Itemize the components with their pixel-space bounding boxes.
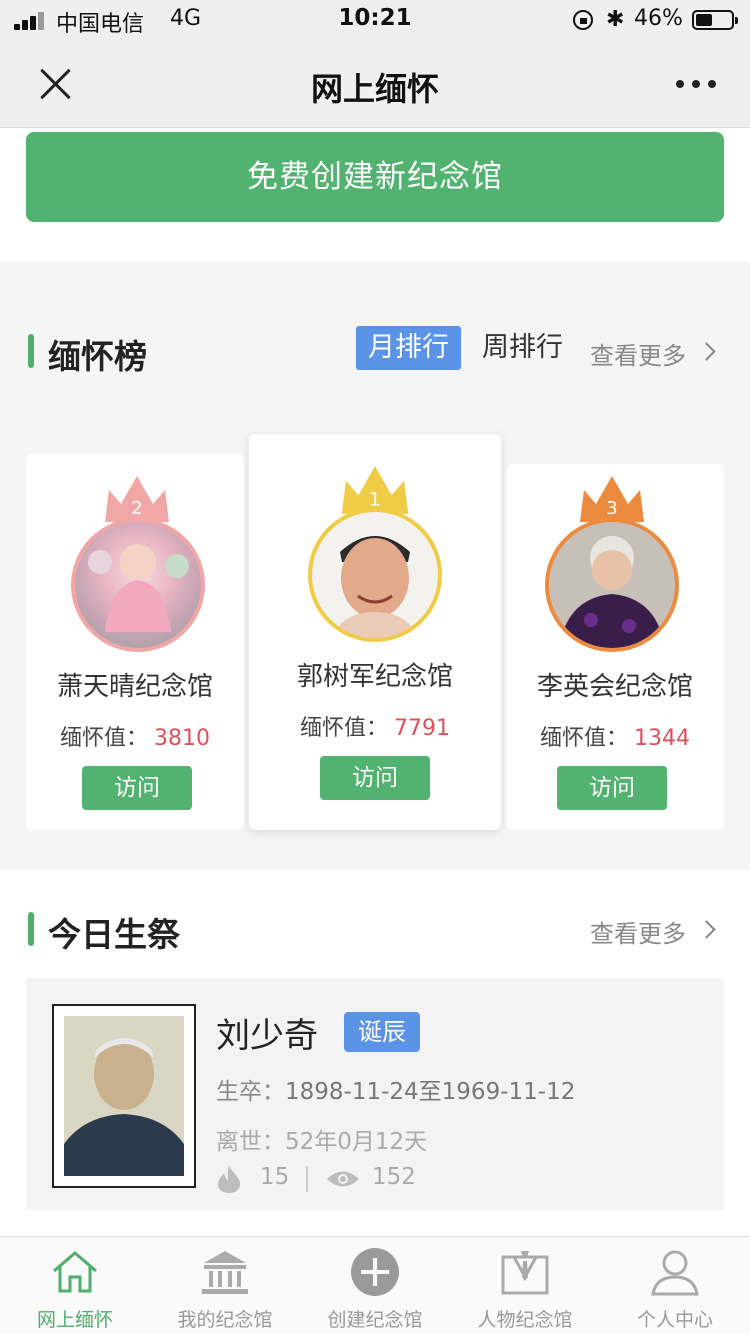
chevron-right-icon[interactable]	[697, 920, 716, 939]
tab-create-memorial[interactable]: 创建纪念馆	[300, 1237, 450, 1334]
section-accent	[28, 912, 34, 946]
tab-bar: 网上缅怀 我的纪念馆 创建纪念馆 人物纪念馆 个人中心	[0, 1236, 750, 1334]
crown-icon: 3	[580, 476, 644, 522]
avatar	[308, 508, 442, 642]
create-section: 免费创建新纪念馆	[0, 128, 750, 262]
tab-profile[interactable]: 个人中心	[600, 1237, 750, 1334]
plus-circle-icon	[351, 1248, 399, 1296]
tab-label: 创建纪念馆	[327, 1309, 423, 1331]
remembrance-score: 缅怀值： 7791	[299, 716, 450, 741]
rank-card-1[interactable]: 1 郭树军纪念馆 缅怀值： 7791 访问	[249, 434, 501, 830]
rank-number: 2	[131, 498, 142, 519]
today-title: 今日生祭	[48, 915, 180, 954]
status-badge: 诞辰	[344, 1012, 420, 1052]
memorial-name: 李英会纪念馆	[536, 672, 693, 702]
nav-bar: 网上缅怀	[0, 40, 750, 128]
leaderboard-more-link[interactable]: 查看更多	[590, 336, 686, 371]
battery-icon	[692, 10, 738, 30]
tab-monthly[interactable]: 月排行	[356, 326, 461, 370]
tab-my-memorial[interactable]: 我的纪念馆	[150, 1237, 300, 1334]
remembrance-score: 缅怀值： 1344	[539, 726, 690, 751]
memorial-name: 萧天晴纪念馆	[56, 672, 213, 702]
passed-duration: 离世：52年0月12天	[216, 1129, 428, 1155]
life-dates: 生卒：1898-11-24至1969-11-12	[216, 1079, 576, 1105]
page-title: 网上缅怀	[310, 70, 439, 108]
tab-label: 人物纪念馆	[477, 1309, 573, 1331]
crown-icon: 2	[105, 476, 169, 522]
memorial-name: 郭树军纪念馆	[296, 662, 453, 692]
rotation-lock-icon	[573, 10, 593, 30]
avatar	[545, 518, 679, 652]
home-icon	[53, 1251, 97, 1293]
section-accent	[28, 334, 34, 368]
tab-weekly[interactable]: 周排行	[470, 326, 575, 370]
memorial-hall-icon	[202, 1251, 248, 1294]
remembrance-score: 缅怀值： 3810	[59, 726, 210, 751]
suit-icon	[501, 1251, 549, 1295]
create-memorial-button[interactable]: 免费创建新纪念馆	[26, 132, 724, 222]
person-name: 刘少奇	[216, 1016, 318, 1056]
tab-person-memorial[interactable]: 人物纪念馆	[450, 1237, 600, 1334]
visit-button[interactable]: 访问	[82, 766, 192, 810]
more-icon[interactable]	[676, 80, 716, 88]
tab-label: 网上缅怀	[36, 1309, 113, 1331]
view-count: 152	[372, 1164, 416, 1190]
battery-percent: 46%	[634, 6, 683, 31]
divider	[306, 1166, 308, 1192]
status-bar: 中国电信 4G 10:21 ✱ 46%	[0, 0, 750, 40]
chevron-right-icon[interactable]	[697, 342, 716, 361]
leaderboard-title: 缅怀榜	[48, 337, 147, 376]
bluetooth-icon: ✱	[606, 7, 625, 32]
today-more-link[interactable]: 查看更多	[590, 914, 686, 949]
rank-card-2[interactable]: 2 萧天晴纪念馆 缅怀值： 3810 访问	[26, 454, 244, 830]
today-section: 今日生祭 查看更多 刘少奇 诞辰 生卒：1898-11-24至1969-11-1…	[0, 870, 750, 1236]
tab-label: 个人中心	[636, 1309, 713, 1331]
flower-count: 15	[260, 1164, 290, 1190]
portrait	[64, 1016, 184, 1176]
avatar	[71, 518, 205, 652]
tab-label: 我的纪念馆	[177, 1309, 273, 1331]
visit-button[interactable]: 访问	[320, 756, 430, 800]
eye-icon	[327, 1171, 359, 1187]
tab-online-memorial[interactable]: 网上缅怀	[0, 1237, 150, 1334]
portrait-frame	[52, 1004, 196, 1188]
flame-icon	[218, 1165, 240, 1193]
leaderboard-section: 缅怀榜 月排行 周排行 查看更多 2 萧天晴纪念馆 缅怀值：3810 访问 3	[0, 282, 750, 870]
user-icon	[651, 1250, 699, 1296]
rank-number: 3	[606, 498, 617, 519]
visit-button[interactable]: 访问	[557, 766, 667, 810]
person-card[interactable]: 刘少奇 诞辰 生卒：1898-11-24至1969-11-12 离世：52年0月…	[26, 978, 724, 1210]
rank-card-3[interactable]: 3 李英会纪念馆 缅怀值： 1344 访问	[506, 464, 724, 830]
